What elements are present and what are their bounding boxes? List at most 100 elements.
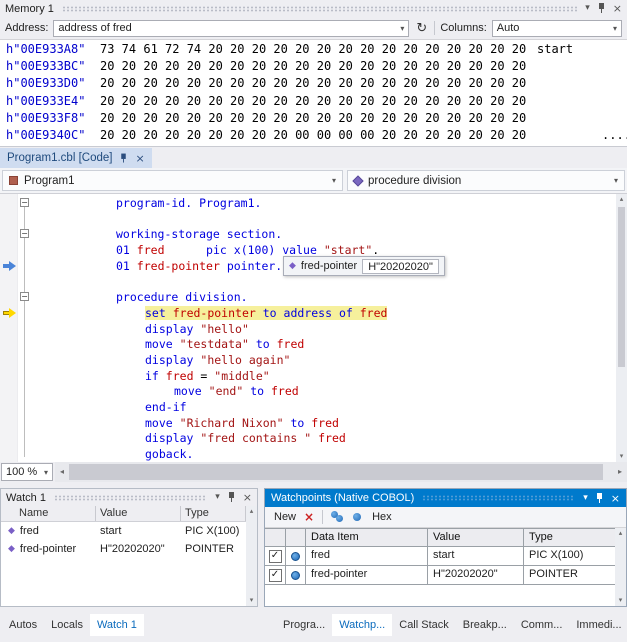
scroll-down-icon[interactable]: ▾ (616, 451, 627, 462)
code-line[interactable]: goback. (32, 447, 616, 462)
pin-tab-icon[interactable] (120, 153, 128, 163)
chevron-down-icon[interactable]: ▾ (609, 24, 617, 33)
watchpoint-checkbox[interactable]: ✓ (269, 550, 282, 563)
code-line[interactable]: program-id. Program1. (32, 196, 616, 212)
pin-icon[interactable] (227, 492, 236, 503)
tab-program1-cbl[interactable]: Program1.cbl [Code] × (0, 148, 152, 168)
code-line[interactable]: end-if (32, 400, 616, 416)
code-line[interactable]: procedure division. (32, 290, 616, 306)
fold-collapse-icon[interactable]: − (20, 198, 29, 207)
bottom-tab-immedi[interactable]: Immedi... (569, 614, 627, 636)
watchpoint-row[interactable]: ✓ fredstartPIC X(100) (265, 547, 615, 566)
scroll-left-icon[interactable]: ◂ (55, 462, 69, 482)
code-line[interactable] (32, 212, 616, 228)
wp-name-cell[interactable]: fred-pointer (306, 566, 428, 585)
code-line[interactable]: set fred-pointer to address of fred (32, 306, 616, 322)
fold-collapse-icon[interactable]: − (20, 229, 29, 238)
close-icon[interactable]: × (613, 4, 622, 13)
watchpoint-pair-icon[interactable] (331, 511, 344, 523)
watchpoint-single-icon[interactable] (352, 511, 364, 523)
wp-column-header-value[interactable]: Value (428, 529, 524, 547)
scrollbar-thumb[interactable] (618, 207, 625, 367)
memory-row[interactable]: h"00E933BC"20 20 20 20 20 20 20 20 20 20… (0, 58, 627, 75)
delete-watchpoint-icon[interactable]: × (304, 511, 314, 523)
wp-name-cell[interactable]: fred (306, 547, 428, 566)
watch-title-bar[interactable]: Watch 1 ▾ × (1, 489, 257, 506)
watch-type-cell[interactable]: PIC X(100) (181, 522, 246, 540)
watchpoint-rows[interactable]: ✓ fredstartPIC X(100)✓fred-pointerH"20202… (265, 547, 615, 585)
memory-row[interactable]: h"00E933E4"20 20 20 20 20 20 20 20 20 20… (0, 93, 627, 110)
memory-rows[interactable]: h"00E933A8"73 74 61 72 74 20 20 20 20 20… (0, 40, 627, 146)
code-line[interactable]: display "hello again" (32, 353, 616, 369)
memory-title-bar[interactable]: Memory 1 ▾ × (0, 0, 627, 17)
bottom-tab-progra[interactable]: Progra... (276, 614, 332, 636)
wp-column-header-type[interactable]: Type (524, 529, 615, 547)
code-line[interactable]: display "fred contains " fred (32, 431, 616, 447)
code-line[interactable]: display "hello" (32, 322, 616, 338)
watch-name-cell[interactable]: ◆fred-pointer (1, 540, 96, 558)
editor-horizontal-scrollbar[interactable]: ◂ ▸ (55, 462, 627, 482)
memory-row[interactable]: h"00E933F8"20 20 20 20 20 20 20 20 20 20… (0, 110, 627, 127)
close-tab-icon[interactable]: × (135, 152, 144, 165)
watch-column-header-name[interactable]: Name (1, 506, 96, 521)
code-line[interactable] (32, 274, 616, 290)
watch-value-cell[interactable]: start (96, 522, 181, 540)
pin-icon[interactable] (597, 3, 606, 14)
hex-toggle-button[interactable]: Hex (372, 511, 392, 523)
code-line[interactable]: if fred = "middle" (32, 369, 616, 385)
watch-type-cell[interactable]: POINTER (181, 540, 246, 558)
scroll-right-icon[interactable]: ▸ (613, 462, 627, 482)
wp-value-cell[interactable]: H"20202020" (428, 566, 524, 585)
scroll-up-icon[interactable]: ▴ (246, 506, 257, 517)
code-line[interactable]: move "Richard Nixon" to fred (32, 416, 616, 432)
wp-column-header-name[interactable]: Data Item (306, 529, 428, 547)
watch-column-headers[interactable]: NameValueType (1, 506, 246, 522)
watchpoints-scrollbar[interactable]: ▴ ▾ (615, 528, 626, 606)
bottom-tab-locals[interactable]: Locals (44, 614, 90, 636)
memory-row[interactable]: h"00E933D0"20 20 20 20 20 20 20 20 20 20… (0, 75, 627, 92)
wp-value-cell[interactable]: start (428, 547, 524, 566)
code-line[interactable]: working-storage section. (32, 227, 616, 243)
bottom-tab-autos[interactable]: Autos (2, 614, 44, 636)
watch-column-header-value[interactable]: Value (96, 506, 181, 521)
new-watchpoint-button[interactable]: New (274, 511, 296, 523)
memory-row[interactable]: h"00E933A8"73 74 61 72 74 20 20 20 20 20… (0, 41, 627, 58)
chevron-down-icon[interactable]: ▾ (44, 468, 48, 477)
bottom-tab-comm[interactable]: Comm... (514, 614, 570, 636)
refresh-icon[interactable]: ↻ (414, 22, 429, 35)
scrollbar-thumb[interactable] (69, 464, 603, 480)
chevron-down-icon[interactable]: ▾ (332, 176, 336, 185)
bottom-tab-watch-1[interactable]: Watch 1 (90, 614, 144, 636)
watch-name-cell[interactable]: ◆fred (1, 522, 96, 540)
watchpoint-row[interactable]: ✓fred-pointerH"20202020"POINTER (265, 566, 615, 585)
memory-row[interactable]: h"00E9340C"20 20 20 20 20 20 20 20 20 00… (0, 127, 627, 144)
watch-row[interactable]: ◆fred-pointerH"20202020"POINTER (1, 540, 246, 558)
code-editor[interactable]: − − − program-id. Program1. working-storage… (0, 194, 627, 462)
watch-rows[interactable]: ◆fredstartPIC X(100)◆fred-pointerH"20202… (1, 522, 246, 606)
bottom-tab-watchp[interactable]: Watchp... (332, 614, 392, 636)
scroll-down-icon[interactable]: ▾ (615, 595, 626, 606)
fold-margin[interactable]: − − − (18, 194, 32, 462)
code-line[interactable]: move "end" to fred (32, 384, 616, 400)
address-input[interactable]: address of fred ▾ (53, 20, 409, 37)
watchpoints-column-headers[interactable]: Data ItemValueType (265, 529, 615, 547)
window-position-icon[interactable]: ▾ (583, 494, 588, 503)
fold-collapse-icon[interactable]: − (20, 292, 29, 301)
columns-select[interactable]: Auto ▾ (492, 20, 622, 37)
datatip-value[interactable]: H"20202020" (362, 259, 439, 274)
chevron-down-icon[interactable]: ▾ (614, 176, 618, 185)
section-dropdown[interactable]: procedure division ▾ (347, 170, 625, 191)
bottom-tab-call-stack[interactable]: Call Stack (392, 614, 456, 636)
zoom-select[interactable]: 100 % ▾ (1, 463, 53, 481)
wp-type-cell[interactable]: PIC X(100) (524, 547, 615, 566)
watch-column-header-type[interactable]: Type (181, 506, 246, 521)
scroll-down-icon[interactable]: ▾ (246, 595, 257, 606)
window-position-icon[interactable]: ▾ (585, 4, 590, 13)
window-position-icon[interactable]: ▾ (215, 493, 220, 502)
program-dropdown[interactable]: Program1 ▾ (2, 170, 343, 191)
close-icon[interactable]: × (243, 493, 252, 502)
pin-icon[interactable] (595, 493, 604, 504)
scroll-up-icon[interactable]: ▴ (616, 194, 627, 205)
scroll-up-icon[interactable]: ▴ (615, 528, 626, 539)
chevron-down-icon[interactable]: ▾ (396, 24, 404, 33)
